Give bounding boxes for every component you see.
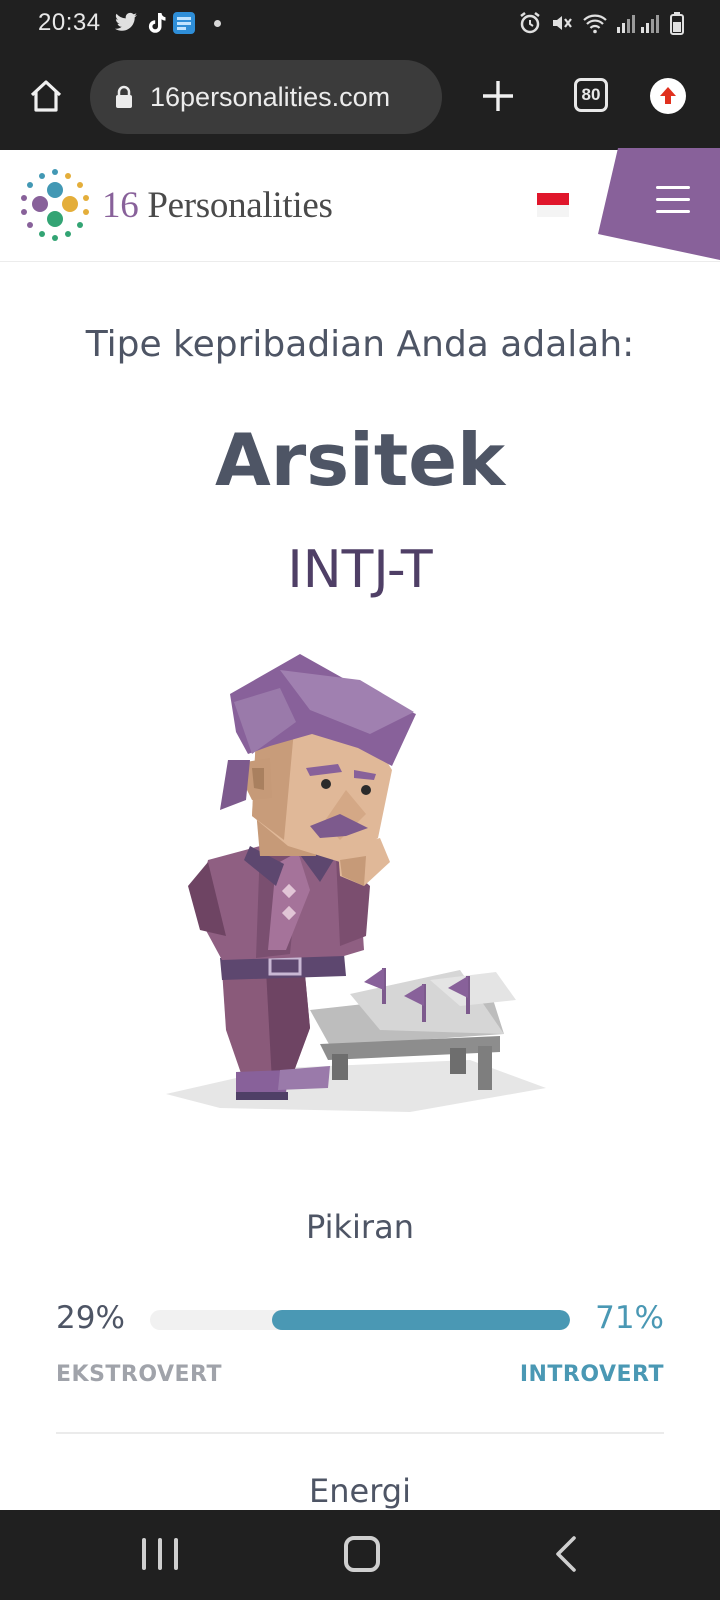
trait-title-mind: Pikiran — [306, 1208, 414, 1246]
notification-icons — [114, 9, 221, 37]
language-flag-button[interactable] — [537, 193, 569, 217]
trait-left-label: EKSTROVERT — [56, 1362, 222, 1387]
address-bar[interactable]: 16personalities.com — [90, 60, 442, 134]
logo-word: Personalities — [147, 184, 333, 226]
status-bar: 20:34 — [0, 0, 720, 46]
word-app-icon — [173, 12, 195, 34]
tab-switcher-button[interactable]: 80 — [574, 78, 608, 112]
flag-white-stripe — [537, 205, 569, 217]
recent-apps-button[interactable] — [142, 1538, 178, 1574]
menu-button[interactable] — [598, 148, 720, 260]
alarm-icon — [520, 12, 540, 34]
site-header: 16 Personalities — [0, 148, 720, 262]
architect-character-illustration — [166, 654, 546, 1112]
trait-right-label: INTROVERT — [519, 1362, 664, 1387]
url-text: 16personalities.com — [150, 81, 391, 112]
personality-type-code: INTJ-T — [287, 540, 433, 600]
system-icons — [518, 9, 684, 37]
battery-icon — [670, 12, 684, 35]
result-intro: Tipe kepribadian Anda adalah: — [85, 324, 635, 365]
browser-toolbar: 16personalities.com 80 — [0, 46, 720, 150]
wifi-icon — [583, 14, 607, 34]
home-button[interactable] — [22, 72, 70, 120]
back-button[interactable] — [552, 1534, 578, 1574]
site-logo[interactable]: 16 Personalities — [18, 168, 333, 242]
trait-left-percent: 29% — [56, 1300, 125, 1336]
logo-text: 16 Personalities — [102, 184, 333, 227]
logo-dots-icon — [21, 169, 89, 241]
more-notifications-dot — [214, 19, 221, 27]
status-time: 20:34 — [38, 9, 101, 36]
trait-divider — [56, 1432, 664, 1434]
system-navigation-bar — [0, 1510, 720, 1600]
new-tab-button[interactable] — [478, 76, 518, 116]
system-home-button[interactable] — [344, 1536, 380, 1572]
tiktok-icon — [148, 13, 166, 33]
hamburger-icon — [656, 186, 690, 222]
trait-progress-track — [150, 1310, 570, 1330]
logo-number: 16 — [102, 184, 139, 226]
tab-count: 80 — [581, 85, 601, 104]
lock-icon — [116, 85, 132, 108]
trait-title-energy: Energi — [309, 1472, 411, 1510]
signal-icon — [617, 15, 659, 33]
twitter-icon — [115, 12, 137, 31]
update-arrow-icon — [660, 87, 676, 104]
trait-right-percent: 71% — [595, 1300, 664, 1336]
mute-icon — [553, 16, 572, 30]
personality-type-name: Arsitek — [215, 418, 505, 502]
update-button[interactable] — [650, 78, 686, 114]
trait-mind-row: 29% 71% — [56, 1300, 664, 1344]
flag-red-stripe — [537, 193, 569, 205]
trait-progress-fill — [271, 1310, 570, 1330]
home-icon — [30, 80, 62, 112]
